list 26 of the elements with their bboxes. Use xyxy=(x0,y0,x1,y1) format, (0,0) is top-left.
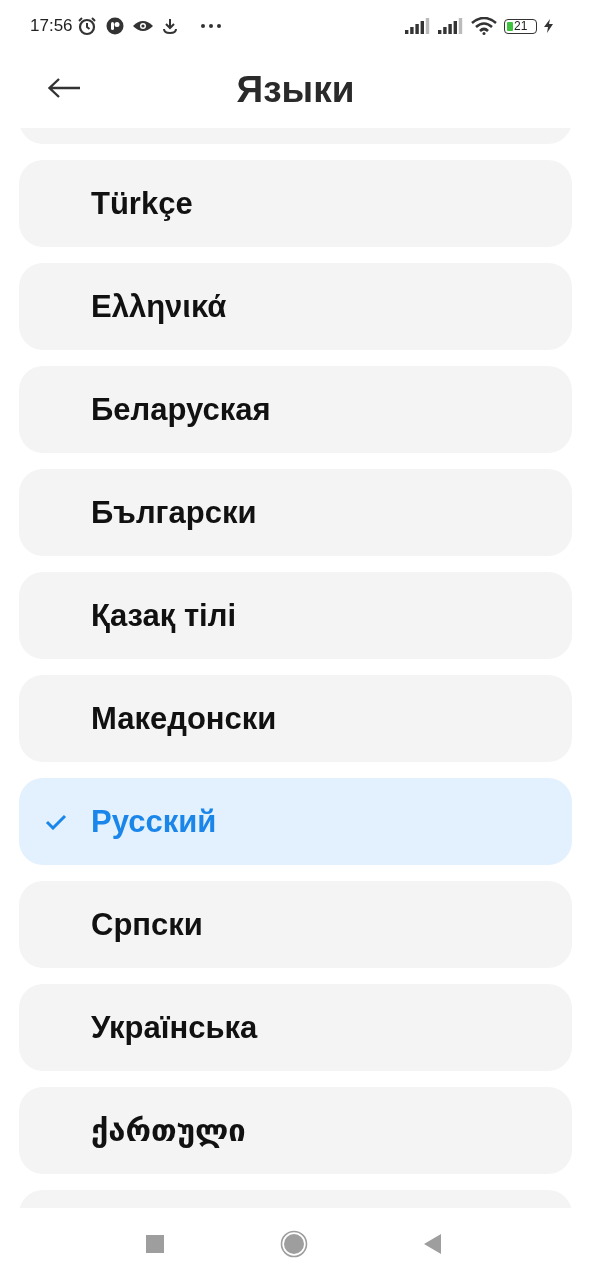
language-item[interactable]: Ελληνικά xyxy=(19,263,572,350)
signal-icon xyxy=(438,18,464,34)
download-icon xyxy=(161,18,178,34)
clock-time: 17:56 xyxy=(30,16,73,36)
language-item[interactable]: Türkçe xyxy=(19,160,572,247)
checkmark-icon xyxy=(45,813,67,830)
more-icon xyxy=(200,24,221,28)
language-item[interactable]: Беларуская xyxy=(19,366,572,453)
page-title: Языки xyxy=(236,69,355,111)
language-item[interactable]: Македонски xyxy=(19,675,572,762)
language-item[interactable]: ქართული xyxy=(19,1087,572,1174)
app-icon xyxy=(105,17,124,35)
recent-apps-icon[interactable] xyxy=(145,1235,164,1253)
eye-icon xyxy=(132,20,153,32)
signal-icon xyxy=(405,18,431,34)
language-item[interactable]: Қазақ тілі xyxy=(19,572,572,659)
back-icon[interactable] xyxy=(423,1234,442,1254)
home-icon[interactable] xyxy=(279,1230,308,1258)
charging-icon xyxy=(544,19,553,33)
wifi-icon xyxy=(471,17,497,35)
alarm-clock-icon xyxy=(76,16,97,36)
back-arrow-icon[interactable] xyxy=(47,77,81,99)
language-item[interactable]: Українська xyxy=(19,984,572,1071)
battery-icon: 21 xyxy=(504,18,537,34)
language-item[interactable]: Српски xyxy=(19,881,572,968)
language-item[interactable]: Български xyxy=(19,469,572,556)
